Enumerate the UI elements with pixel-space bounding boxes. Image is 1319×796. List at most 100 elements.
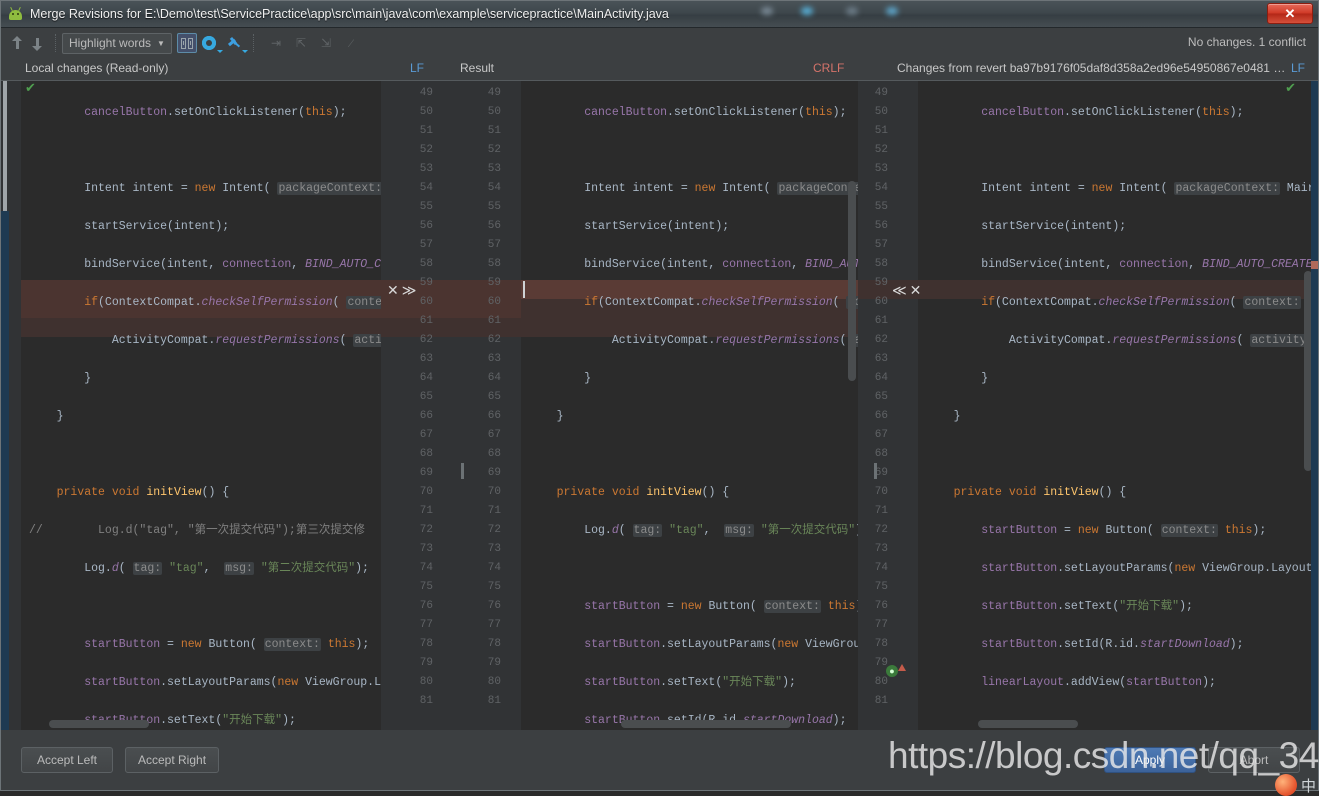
toolbar-separator xyxy=(55,34,56,52)
compare-icon[interactable]: ⇲ xyxy=(317,34,335,52)
horizontal-scrollbar-left[interactable] xyxy=(49,720,149,728)
left-overview-strip[interactable] xyxy=(1,81,37,730)
line-number: 62 xyxy=(419,334,433,346)
result-line-separator-label[interactable]: CRLF xyxy=(813,61,844,75)
line-number: 57 xyxy=(419,239,433,251)
line-number: 63 xyxy=(874,353,888,365)
line-number: 72 xyxy=(487,524,501,536)
accept-right-icon[interactable]: ≪ xyxy=(892,283,907,299)
line-number: 52 xyxy=(874,144,888,156)
accept-right-button[interactable]: Accept Right xyxy=(125,747,220,773)
result-right-gutter: 49 50 51 52 53 54 55 56 57 58 59 60 61 62 63 64 65 66 67 68… xyxy=(858,81,921,730)
line-number: 56 xyxy=(419,220,433,232)
line-number: 59 xyxy=(874,277,888,289)
right-gutter-drag-handle[interactable] xyxy=(874,463,877,479)
line-number: 73 xyxy=(487,543,501,555)
line-number: 52 xyxy=(487,144,501,156)
magic-wand-icon[interactable] xyxy=(227,33,248,53)
left-result-gutter: 49 50 51 52 53 54 55 56 57 58 59 60 61 62 63 64 65 66 67 68… xyxy=(381,81,521,730)
vertical-scrollbar-result[interactable] xyxy=(848,181,856,381)
line-number: 53 xyxy=(419,163,433,175)
left-code-pane[interactable]: ✔ cancelButton.setOnClickListener(this);… xyxy=(21,81,381,730)
line-number: 62 xyxy=(487,334,501,346)
overview-track xyxy=(1,211,9,730)
line-number: 80 xyxy=(487,676,501,688)
left-conflict-controls[interactable]: ✕ ≫ xyxy=(387,283,416,299)
line-number: 51 xyxy=(419,125,433,137)
line-number: 51 xyxy=(487,125,501,137)
android-robot-icon xyxy=(7,6,24,23)
next-difference-button[interactable] xyxy=(29,34,45,52)
line-number: 66 xyxy=(487,410,501,422)
reject-right-icon[interactable]: ✕ xyxy=(910,283,922,299)
accept-left-button[interactable]: Accept Left xyxy=(21,747,113,773)
line-number: 66 xyxy=(419,410,433,422)
line-number: 67 xyxy=(874,429,888,441)
line-number: 74 xyxy=(487,562,501,574)
line-number: 56 xyxy=(874,220,888,232)
previous-difference-button[interactable] xyxy=(9,34,25,52)
line-number: 73 xyxy=(874,543,888,555)
line-number: 57 xyxy=(874,239,888,251)
right-conflict-controls[interactable]: ≪ ✕ xyxy=(892,283,921,299)
watermark-text: https://blog.csdn.net/qq_34820468 xyxy=(888,735,1319,776)
line-number: 75 xyxy=(874,581,888,593)
line-number: 54 xyxy=(874,182,888,194)
line-number: 60 xyxy=(874,296,888,308)
inspection-marker-icon[interactable]: ● xyxy=(886,665,898,677)
result-code-text: cancelButton.setOnClickListener(this); I… xyxy=(521,84,858,730)
collapse-icon[interactable]: ⇱ xyxy=(292,34,310,52)
line-number: 63 xyxy=(487,353,501,365)
line-number: 64 xyxy=(874,372,888,384)
line-number: 49 xyxy=(487,87,501,99)
right-code-pane[interactable]: ✔ cancelButton.setOnClickListener(this);… xyxy=(918,81,1318,730)
line-number: 70 xyxy=(874,486,888,498)
reject-left-icon[interactable]: ✕ xyxy=(387,283,399,299)
gutter-drag-handle[interactable] xyxy=(461,463,464,479)
line-number: 76 xyxy=(874,600,888,612)
line-number: 63 xyxy=(419,353,433,365)
merge-revisions-window: Merge Revisions for E:\Demo\test\Service… xyxy=(0,0,1319,796)
window-title: Merge Revisions for E:\Demo\test\Service… xyxy=(30,7,669,21)
right-overview-strip[interactable] xyxy=(1311,81,1318,730)
line-number: 65 xyxy=(874,391,888,403)
line-number: 77 xyxy=(487,619,501,631)
diff-area: ✔ cancelButton.setOnClickListener(this);… xyxy=(1,80,1318,730)
ignore-whitespace-icon[interactable]: ⇥ xyxy=(267,34,285,52)
line-number: 67 xyxy=(419,429,433,441)
result-code-pane[interactable]: cancelButton.setOnClickListener(this); I… xyxy=(521,81,858,730)
left-line-separator-label[interactable]: LF xyxy=(410,61,424,75)
line-number: 55 xyxy=(419,201,433,213)
right-line-numbers: 49 50 51 52 53 54 55 56 57 58 59 60 61 62 63 64 65 66 67 68… xyxy=(862,84,888,711)
highlight-mode-label: Highlight words xyxy=(69,36,152,50)
line-number: 64 xyxy=(419,372,433,384)
line-number: 76 xyxy=(487,600,501,612)
line-number: 54 xyxy=(487,182,501,194)
column-headers: Local changes (Read-only) LF Result CRLF… xyxy=(1,58,1318,80)
line-number: 75 xyxy=(487,581,501,593)
percent-icon[interactable]: ⁄ xyxy=(342,34,360,52)
highlight-mode-dropdown[interactable]: Highlight words ▼ xyxy=(62,32,172,54)
horizontal-scrollbar-right[interactable] xyxy=(978,720,1078,728)
line-number: 81 xyxy=(487,695,501,707)
status-text: No changes. 1 conflict xyxy=(1187,35,1306,49)
horizontal-scrollbar-result[interactable] xyxy=(621,720,791,728)
line-number: 56 xyxy=(487,220,501,232)
line-number: 55 xyxy=(874,201,888,213)
line-number: 50 xyxy=(487,106,501,118)
overview-thumb[interactable] xyxy=(3,81,7,211)
line-number: 81 xyxy=(874,695,888,707)
line-number: 65 xyxy=(419,391,433,403)
browser-icon xyxy=(1274,774,1297,796)
line-number: 80 xyxy=(419,676,433,688)
line-number: 70 xyxy=(487,486,501,498)
left-line-numbers: 49 50 51 52 53 54 55 56 57 58 59 60 61 62 63 64 65 66 67 68… xyxy=(403,84,433,711)
accept-left-icon[interactable]: ≫ xyxy=(402,283,417,299)
right-line-separator-label[interactable]: LF xyxy=(1291,61,1305,75)
close-button[interactable]: ✕ xyxy=(1267,3,1313,24)
settings-gear-icon[interactable] xyxy=(201,33,223,53)
line-number: 74 xyxy=(874,562,888,574)
ime-indicator: 中 xyxy=(1300,777,1316,795)
split-view-icon[interactable] xyxy=(176,33,197,53)
line-number: 72 xyxy=(419,524,433,536)
